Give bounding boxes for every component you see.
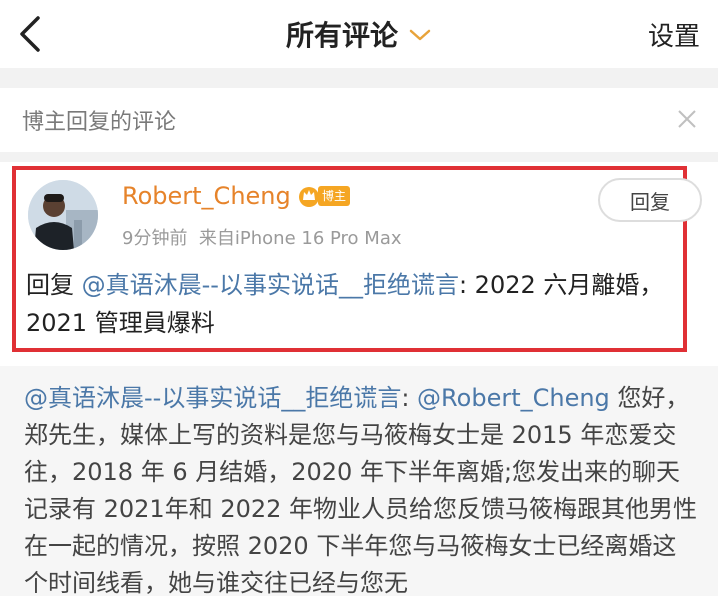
filter-label: 博主回复的评论: [22, 110, 177, 135]
comment-text: 回复 @真语沐晨--以事实说话__拒绝谎言: 2022 六月離婚，2021 管理…: [26, 266, 686, 342]
crown-icon: [299, 187, 319, 207]
mention-link[interactable]: @真语沐晨--以事实说话__拒绝谎言: [82, 271, 459, 299]
reply-prefix: 回复: [26, 271, 74, 299]
close-icon[interactable]: [676, 108, 698, 130]
page-title: 所有评论: [285, 19, 398, 52]
avatar[interactable]: [28, 180, 98, 250]
mention-link[interactable]: @真语沐晨--以事实说话__拒绝谎言: [24, 384, 401, 412]
filter-bar: 博主回复的评论: [0, 88, 718, 152]
quoted-body: 您好，郑先生，媒体上写的资料是您与马筱梅女士是 2015 年恋爱交往，2018 …: [24, 384, 698, 597]
comment-meta: 9分钟前 来自iPhone 16 Pro Max: [122, 224, 402, 250]
avatar-photo: [28, 180, 98, 250]
quoted-comment[interactable]: @真语沐晨--以事实说话__拒绝谎言: @Robert_Cheng 您好，郑先生…: [0, 366, 718, 597]
mention-link-robert[interactable]: @Robert_Cheng: [417, 384, 610, 412]
reply-button-label: 回复: [630, 189, 670, 214]
username[interactable]: Robert_Cheng: [122, 182, 291, 210]
quoted-text: @真语沐晨--以事实说话__拒绝谎言: @Robert_Cheng 您好，郑先生…: [24, 380, 698, 602]
chevron-down-icon: [409, 29, 431, 41]
quoted-colon: :: [401, 384, 418, 412]
comment-card: Robert_Cheng 博主 9分钟前 来自iPhone 16 Pro Max…: [0, 162, 718, 366]
reply-button[interactable]: 回复: [598, 178, 702, 222]
blogger-badge: 博主: [298, 184, 351, 208]
section-divider: [0, 152, 718, 162]
badge-label: 博主: [318, 186, 351, 206]
top-navigation-bar: 所有评论 设置: [0, 0, 718, 68]
comment-time: 9分钟前: [122, 228, 188, 249]
comment-source: 来自iPhone 16 Pro Max: [198, 228, 402, 249]
title-dropdown[interactable]: 所有评论: [0, 10, 718, 58]
settings-button[interactable]: 设置: [648, 16, 700, 53]
section-divider: [0, 68, 718, 88]
